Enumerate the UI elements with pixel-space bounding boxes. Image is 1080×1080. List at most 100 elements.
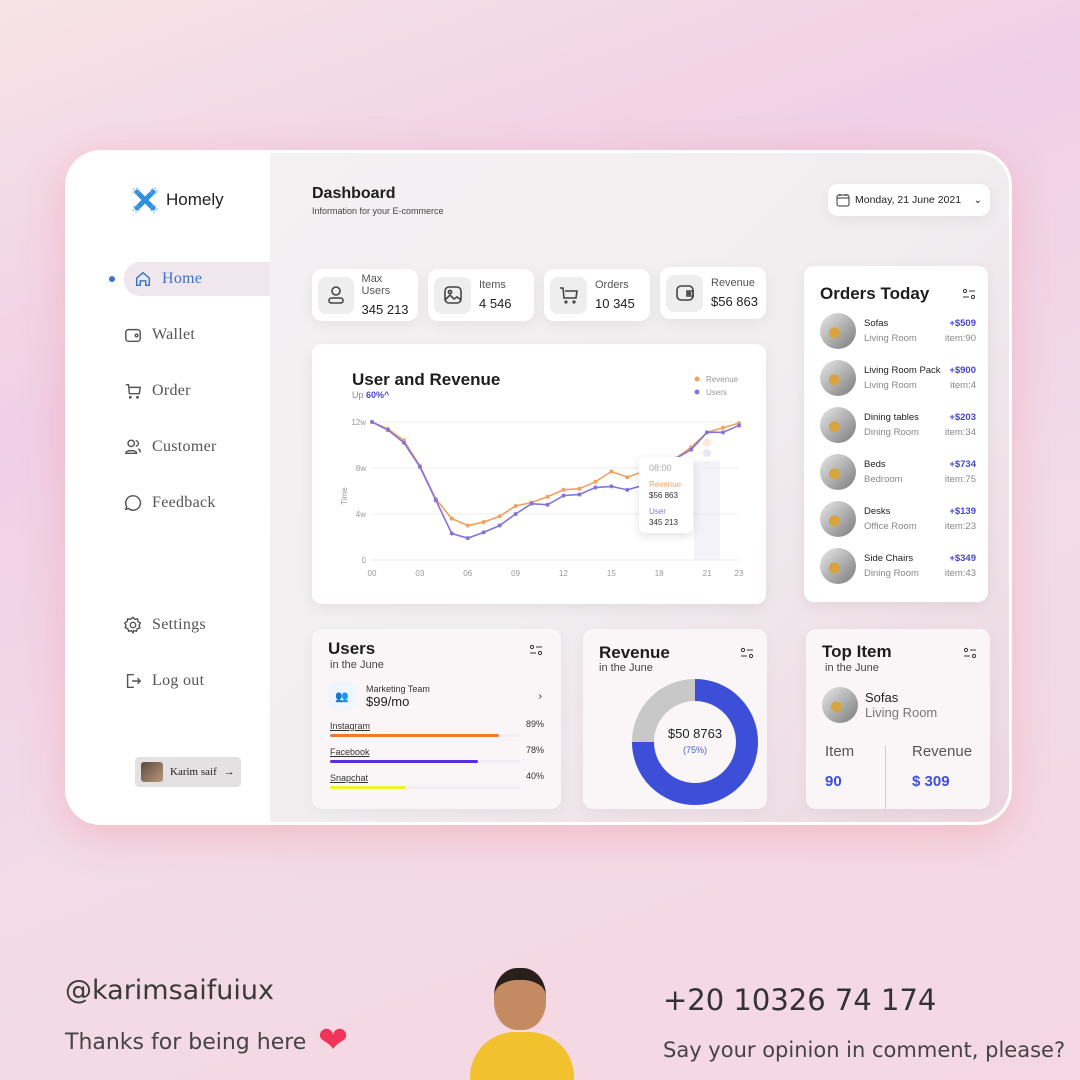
sidebar-item-label: Customer [152, 438, 217, 455]
data-point-revenue [593, 479, 598, 484]
bar-label: Instagram [330, 721, 371, 731]
sidebar-item-wallet[interactable]: Wallet [124, 318, 195, 352]
data-point-users [721, 430, 726, 435]
sidebar-item-order[interactable]: Order [124, 374, 191, 408]
data-point-revenue [625, 475, 630, 480]
y-tick-label: 4w [356, 510, 366, 519]
sidebar-item-customer[interactable]: Customer [124, 430, 217, 464]
bar-label: Snapchat [330, 773, 369, 783]
active-indicator [109, 276, 115, 282]
order-list-item[interactable]: Desks Office Room +$139 item:23 [820, 501, 976, 537]
author-photo [466, 962, 578, 1080]
order-count: item:43 [944, 568, 976, 579]
data-point-revenue [545, 494, 550, 499]
order-amount: +$203 [949, 412, 976, 423]
tooltip-revenue-label: Revenue [649, 480, 682, 489]
order-list-item[interactable]: Side Chairs Dining Room +$349 item:43 [820, 548, 976, 584]
x-tick-label: 03 [415, 569, 424, 578]
data-point-revenue [449, 516, 454, 521]
stat-value: $56 863 [711, 294, 758, 309]
product-image [820, 501, 856, 537]
stat-card-items[interactable]: Items 4 546 [428, 269, 534, 321]
order-list-item[interactable]: Sofas Living Room +$509 item:90 [820, 313, 976, 349]
order-list-item[interactable]: Dining tables Dining Room +$203 item:34 [820, 407, 976, 443]
product-image [820, 407, 856, 443]
order-category: Office Room [864, 521, 917, 532]
order-category: Dining Room [864, 568, 919, 579]
x-tick-label: 18 [655, 569, 664, 578]
footer-comment: Say your opinion in comment, please? [663, 1038, 1066, 1062]
sidebar-item-home[interactable]: Home [124, 262, 270, 296]
data-point-users [385, 428, 390, 433]
sidebar-item-label: Wallet [152, 326, 196, 343]
data-point-users [689, 447, 694, 452]
stat-card-revenue[interactable]: Revenue $56 863 [660, 267, 766, 319]
filter-icon[interactable] [740, 647, 754, 659]
data-point-users [737, 423, 741, 428]
bar-fill [330, 786, 406, 789]
order-list-item[interactable]: Living Room Pack Living Room +$900 item:4 [820, 360, 976, 396]
sidebar-item-feedback[interactable]: Feedback [124, 486, 216, 520]
data-point-users [481, 530, 486, 535]
hover-marker-revenue [703, 438, 711, 447]
arrow-right-icon: → [223, 766, 235, 778]
filter-icon[interactable] [963, 647, 977, 659]
page-subtitle: Information for your E-commerce [312, 206, 444, 216]
brand-name: Homely [166, 190, 224, 209]
tooltip-revenue-value: $56 863 [649, 491, 678, 500]
data-point-users [513, 512, 518, 516]
sidebar-item-label: Order [152, 382, 191, 399]
legend-marker [694, 376, 700, 382]
user-icon [318, 276, 354, 314]
cart-icon [125, 383, 142, 399]
bar-pct: 40% [525, 771, 544, 781]
gear-icon [124, 616, 142, 634]
users-card-subtitle: in the June [330, 659, 384, 671]
sidebar-item-settings[interactable]: Settings [124, 608, 206, 642]
sidebar-item-label: Feedback [152, 494, 216, 511]
logo-icon [132, 187, 158, 213]
data-point-users [449, 531, 454, 536]
date-picker[interactable]: Monday, 21 June 2021 ⌄ [828, 184, 990, 216]
top-item-title: Top Item [822, 642, 892, 661]
chevron-down-icon: ⌄ [973, 194, 982, 206]
revenue-label: Revenue [912, 743, 973, 760]
data-point-revenue [609, 469, 614, 474]
x-tick-label: 12 [559, 569, 568, 578]
order-name: Beds [864, 459, 886, 470]
user-profile-button[interactable]: Karim saif → [135, 757, 241, 787]
order-list-item[interactable]: Beds Bedroom +$734 item:75 [820, 454, 976, 490]
team-price: $99/mo [366, 693, 410, 709]
filter-icon[interactable] [962, 288, 976, 300]
stat-value: 345 213 [361, 302, 409, 317]
data-point-users [370, 420, 374, 424]
x-tick-label: 09 [511, 569, 520, 578]
dashboard-window: Homely Home Wallet Order Customer Feedba… [65, 150, 1012, 825]
filter-icon[interactable] [529, 644, 543, 656]
legend-label: Revenue [706, 375, 739, 384]
stat-card-orders[interactable]: Orders 10 345 [544, 269, 650, 321]
data-point-revenue [513, 503, 518, 508]
item-value: 90 [825, 773, 842, 790]
stat-card-max-users[interactable]: Max Users 345 213 [312, 269, 418, 321]
brand-logo[interactable]: Homely [132, 187, 224, 213]
wallet-icon [125, 328, 141, 343]
order-amount: +$509 [949, 318, 976, 329]
y-tick-label: 12w [351, 418, 366, 427]
sidebar-item-label: Settings [152, 616, 206, 633]
order-name: Sofas [864, 318, 889, 329]
item-label: Item [825, 743, 855, 760]
hover-band [694, 461, 720, 560]
stat-label: Orders [595, 279, 629, 291]
marketing-team-row[interactable]: 👥 Marketing Team $99/mo › [328, 681, 550, 711]
users-icon [125, 439, 141, 455]
order-amount: +$900 [949, 365, 976, 376]
sidebar-item-logout[interactable]: Log out [124, 664, 204, 698]
stat-label: Items [479, 279, 506, 291]
avatar [141, 762, 163, 782]
order-category: Bedroom [864, 474, 903, 485]
stat-value: 4 546 [479, 296, 512, 311]
orders-today-card: Orders Today Sofas Living Room +$509 item:… [804, 266, 988, 602]
data-point-revenue [497, 514, 502, 519]
social-bar-instagram: Instagram 89% [330, 719, 544, 741]
